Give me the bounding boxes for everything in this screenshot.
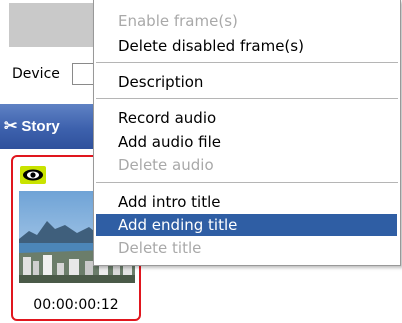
menu-item-enable-frames[interactable]: Enable frame(s): [94, 10, 400, 32]
menu-item-record-audio[interactable]: Record audio: [94, 107, 400, 129]
menu-item-description[interactable]: Description: [94, 71, 400, 93]
menu-item-delete-title[interactable]: Delete title: [94, 237, 400, 259]
menu-item-delete-audio[interactable]: Delete audio: [94, 154, 400, 176]
menu-item-add-audio-file[interactable]: Add audio file: [94, 131, 400, 153]
story-button[interactable]: ✂ Story: [4, 113, 60, 139]
clip-timecode: 00:00:00:12: [33, 297, 119, 313]
menu-separator: [96, 98, 398, 99]
menu-item-add-intro-title[interactable]: Add intro title: [94, 191, 400, 213]
scissors-icon: ✂: [4, 118, 18, 135]
story-button-label: Story: [21, 117, 60, 135]
eye-icon[interactable]: [20, 166, 46, 184]
toolbar-panel: [9, 3, 104, 47]
context-menu: Enable frame(s) Delete disabled frame(s)…: [93, 0, 401, 266]
menu-item-add-ending-title[interactable]: Add ending title: [96, 214, 397, 236]
device-field[interactable]: [72, 63, 94, 85]
menu-item-delete-disabled-frames[interactable]: Delete disabled frame(s): [94, 35, 400, 57]
menu-separator: [96, 62, 398, 63]
menu-separator: [96, 182, 398, 183]
device-label: Device: [12, 66, 60, 82]
